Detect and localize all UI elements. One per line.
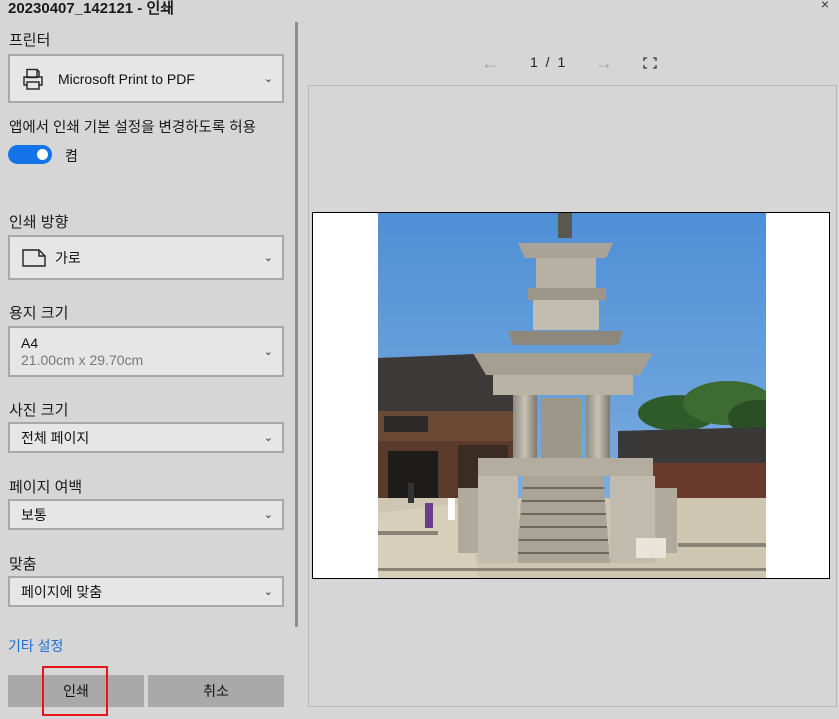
chevron-down-icon: ⌄	[263, 585, 273, 598]
printer-icon	[22, 68, 44, 90]
paper-size-value: A4	[21, 334, 39, 351]
printer-label: 프린터	[9, 32, 51, 49]
photo-size-value: 전체 페이지	[21, 429, 90, 446]
toggle-knob	[37, 149, 48, 160]
preview-page	[312, 212, 830, 579]
orientation-page-icon	[21, 248, 47, 268]
preview-navigation: ← 1 / 1 →	[308, 52, 837, 74]
orientation-value: 가로	[55, 249, 81, 266]
toggle-state-label: 켬	[65, 148, 78, 164]
page-indicator: 1 / 1	[530, 54, 566, 70]
paper-size-label: 용지 크기	[9, 305, 69, 322]
photo-size-select[interactable]: 전체 페이지 ⌄	[8, 422, 284, 453]
fit-label: 맞춤	[9, 556, 37, 573]
fit-value: 페이지에 맞춤	[21, 583, 103, 600]
settings-panel: 프린터 Microsoft Print to PDF ⌄ 앱에서 인쇄 기본 설…	[0, 20, 300, 719]
next-page-button[interactable]: →	[595, 52, 613, 74]
preview-photo	[378, 213, 766, 578]
margins-label: 페이지 여백	[9, 479, 83, 496]
paper-size-select[interactable]: A4 21.00cm x 29.70cm ⌄	[8, 326, 284, 377]
chevron-down-icon: ⌄	[263, 431, 273, 444]
print-button[interactable]: 인쇄	[8, 675, 144, 707]
settings-scrollbar[interactable]	[295, 22, 298, 627]
paper-size-dimensions: 21.00cm x 29.70cm	[21, 351, 144, 368]
fit-select[interactable]: 페이지에 맞춤 ⌄	[8, 576, 284, 607]
previous-page-button[interactable]: ←	[481, 52, 499, 74]
orientation-label: 인쇄 방향	[9, 214, 69, 231]
photo-size-label: 사진 크기	[9, 402, 69, 419]
margins-value: 보통	[21, 506, 47, 523]
cancel-button[interactable]: 취소	[148, 675, 284, 707]
printer-select[interactable]: Microsoft Print to PDF ⌄	[8, 54, 284, 103]
chevron-down-icon: ⌄	[263, 508, 273, 521]
chevron-down-icon: ⌄	[263, 345, 273, 358]
app-settings-label: 앱에서 인쇄 기본 설정을 변경하도록 허용	[9, 120, 256, 136]
close-icon[interactable]: ×	[821, 0, 829, 12]
chevron-down-icon: ⌄	[263, 251, 273, 264]
printer-value: Microsoft Print to PDF	[58, 70, 195, 87]
margins-select[interactable]: 보통 ⌄	[8, 499, 284, 530]
app-settings-toggle[interactable]	[8, 145, 52, 164]
orientation-select[interactable]: 가로 ⌄	[8, 235, 284, 280]
window-title: 20230407_142121 - 인쇄	[8, 0, 175, 17]
more-settings-link[interactable]: 기타 설정	[8, 636, 63, 656]
chevron-down-icon: ⌄	[263, 72, 273, 85]
fit-to-window-icon[interactable]	[643, 56, 657, 69]
